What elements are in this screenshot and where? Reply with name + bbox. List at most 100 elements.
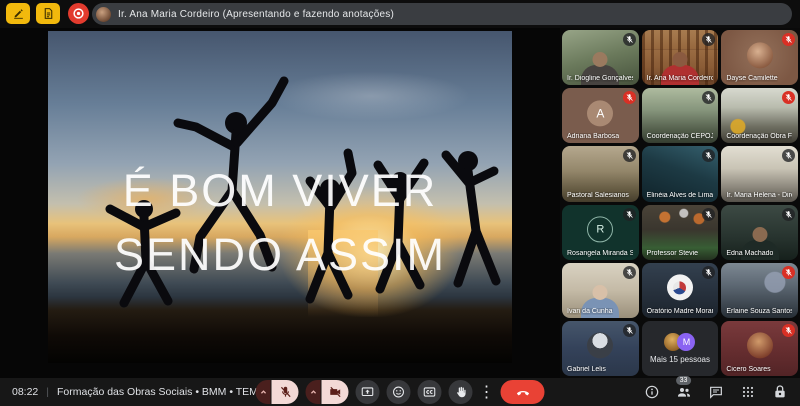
avatar <box>747 333 773 359</box>
record-icon <box>71 6 86 21</box>
participant-tile[interactable]: Cicero Soares <box>721 321 798 376</box>
presenter-avatar <box>96 7 111 22</box>
participant-tile[interactable]: Coordenação CEPOJ <box>642 88 719 143</box>
top-bar: Ir. Ana Maria Cordeiro (Apresentando e f… <box>0 0 800 28</box>
smiley-icon <box>392 385 406 399</box>
mic-off-icon <box>704 151 713 160</box>
present-screen-icon <box>361 385 375 399</box>
oratorio-logo <box>673 281 686 294</box>
notes-extension-button[interactable] <box>36 3 60 24</box>
mic-options-button[interactable] <box>256 380 271 404</box>
participant-name: Ivan da Cunha <box>567 308 613 315</box>
participant-tile[interactable]: Ir. Ana Maria Cordeiro <box>642 30 719 85</box>
mic-off-badge <box>623 91 636 104</box>
mic-off-icon <box>625 326 634 335</box>
recording-indicator[interactable] <box>68 3 89 24</box>
overflow-label: Mais 15 pessoas <box>642 355 719 364</box>
document-icon <box>42 7 55 20</box>
avatar <box>747 42 773 68</box>
camera-options-button[interactable] <box>306 380 321 404</box>
meeting-details-button[interactable] <box>643 384 660 401</box>
call-controls: ⋮ <box>256 379 545 405</box>
phone-hangup-icon <box>515 385 530 400</box>
people-icon <box>676 384 692 400</box>
overflow-avatars: M <box>642 333 719 351</box>
captions-button[interactable] <box>418 380 442 404</box>
participant-name: Cicero Soares <box>726 366 770 373</box>
meeting-meta: 08:22 | Formação das Obras Sociais • BMM… <box>12 378 294 406</box>
participant-tile[interactable]: Coordenação Obra Fr… <box>721 88 798 143</box>
google-meet-window: Ir. Ana Maria Cordeiro (Apresentando e f… <box>0 0 800 406</box>
participant-name: Ir. Ana Maria Cordeiro <box>647 75 713 82</box>
participant-name: Professor Stevie <box>647 250 698 257</box>
annotation-extension-button[interactable] <box>6 3 30 24</box>
divider: | <box>46 386 49 398</box>
mic-off-badge <box>702 149 715 162</box>
letter-avatar: R <box>587 216 613 242</box>
participant-name: Ir. Diogline Gonçalves <box>567 75 633 82</box>
overflow-tile[interactable]: M Mais 15 pessoas <box>642 321 719 376</box>
participant-name: Oratório Madre Moran… <box>647 308 713 315</box>
camera-toggle-button[interactable] <box>322 380 349 404</box>
participant-name: Pastoral Salesianos <box>567 192 629 199</box>
mic-off-icon <box>625 268 634 277</box>
mic-off-badge <box>702 266 715 279</box>
mic-off-icon <box>784 151 793 160</box>
participant-tile[interactable]: Elinéia Alves de Lima P… <box>642 146 719 201</box>
participant-tile[interactable]: R Rosangela Miranda Sa… <box>562 205 639 260</box>
participant-name: Edna Machado <box>726 250 773 257</box>
mic-off-icon <box>704 35 713 44</box>
participant-tile[interactable]: Pastoral Salesianos <box>562 146 639 201</box>
mic-off-icon <box>784 93 793 102</box>
chat-panel-button[interactable] <box>707 384 724 401</box>
mic-off-badge <box>782 149 795 162</box>
letter-avatar: A <box>587 100 613 126</box>
activities-button[interactable] <box>739 384 756 401</box>
chat-icon <box>708 384 724 400</box>
mic-off-badge <box>623 324 636 337</box>
host-controls-button[interactable] <box>771 384 788 401</box>
mic-toggle-button[interactable] <box>272 380 299 404</box>
people-panel-button[interactable]: 33 <box>675 384 692 401</box>
captions-icon <box>423 385 437 399</box>
participant-name: Erlaine Souza Santos <box>726 308 792 315</box>
participant-name: Dayse Camilette <box>726 75 777 82</box>
chevron-up-icon <box>258 387 268 397</box>
participant-tile[interactable]: Dayse Camilette <box>721 30 798 85</box>
pen-icon <box>12 7 25 20</box>
presentation-stage[interactable]: É BOM VIVER SENDO ASSIM <box>0 28 560 378</box>
mic-off-icon <box>704 93 713 102</box>
mic-off-badge <box>623 208 636 221</box>
participant-name: Coordenação CEPOJ <box>647 133 713 140</box>
avatar <box>587 333 613 359</box>
presenter-label: Ir. Ana Maria Cordeiro (Apresentando e f… <box>118 9 394 20</box>
participant-tile[interactable]: Oratório Madre Moran… <box>642 263 719 318</box>
reactions-button[interactable] <box>387 380 411 404</box>
present-screen-button[interactable] <box>356 380 380 404</box>
mic-off-badge <box>702 33 715 46</box>
participant-tile[interactable]: Professor Stevie <box>642 205 719 260</box>
participant-tile[interactable]: Edna Machado <box>721 205 798 260</box>
end-call-button[interactable] <box>501 380 545 404</box>
more-options-button[interactable]: ⋮ <box>480 380 494 404</box>
participant-tile[interactable]: Erlaine Souza Santos <box>721 263 798 318</box>
participant-tile[interactable]: Gabriel Lelis <box>562 321 639 376</box>
mic-off-icon <box>625 93 634 102</box>
mic-off-badge <box>782 91 795 104</box>
mic-off-icon <box>784 268 793 277</box>
mic-off-badge <box>782 324 795 337</box>
raise-hand-button[interactable] <box>449 380 473 404</box>
participant-tile[interactable]: A Adriana Barbosa <box>562 88 639 143</box>
participant-tile[interactable]: Ir. Diogline Gonçalves <box>562 30 639 85</box>
participant-name: Ir. Maria Helena - Diret… <box>726 192 792 199</box>
slide-caption-line2: SENDO ASSIM <box>48 223 512 287</box>
mic-off-badge <box>623 266 636 279</box>
mic-off-badge <box>702 91 715 104</box>
presenter-pill[interactable]: Ir. Ana Maria Cordeiro (Apresentando e f… <box>92 3 792 25</box>
participant-tile[interactable]: Ivan da Cunha <box>562 263 639 318</box>
hand-icon <box>454 385 468 399</box>
chevron-up-icon <box>308 387 318 397</box>
letter-avatar: M <box>677 333 695 351</box>
mic-off-icon <box>278 385 292 399</box>
participant-tile[interactable]: Ir. Maria Helena - Diret… <box>721 146 798 201</box>
